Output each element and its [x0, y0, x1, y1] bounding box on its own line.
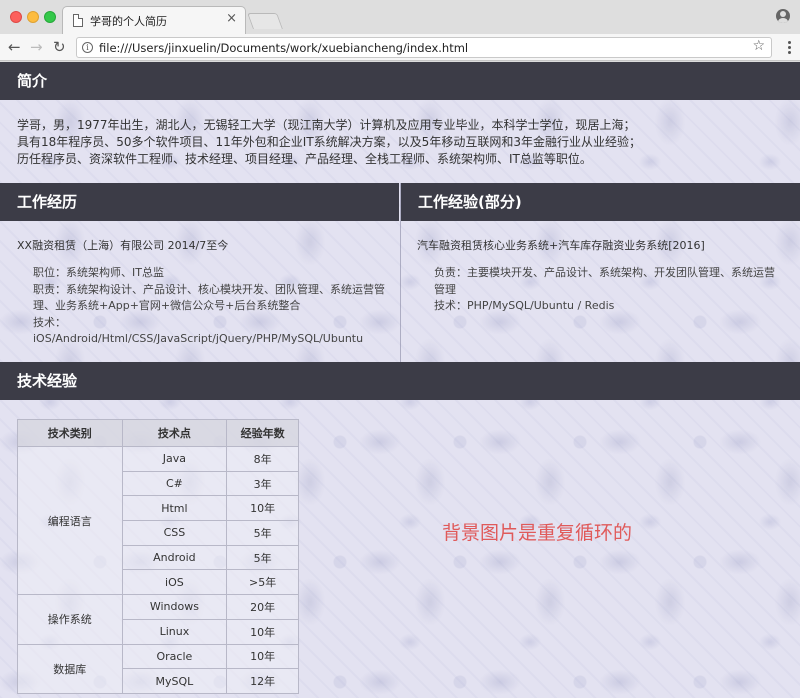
intro-text: 学哥，男，1977年出生，湖北人，无锡轻工大学（现江南大学）计算机及应用专业毕业… [17, 117, 787, 168]
tech-cell: CSS [121, 520, 228, 546]
job-tech: 技术：iOS/Android/Html/CSS/JavaScript/jQuer… [33, 315, 364, 346]
years-cell: 10年 [226, 495, 299, 522]
table-row: 操作系统 Windows 20年 [17, 594, 299, 645]
category-cell: 编程语言 [17, 445, 123, 596]
work-experience-heading: 工作经验(部分) [401, 183, 800, 221]
years-cell: 3年 [226, 470, 299, 497]
tech-table: 技术类别 技术点 经验年数 编程语言 Java 8年 C# 3年 Html 10… [17, 419, 299, 694]
url-text[interactable]: file:///Users/jinxuelin/Documents/work/x… [99, 41, 468, 55]
years-cell: 12年 [226, 668, 299, 694]
reload-icon[interactable]: ↻ [53, 37, 66, 57]
work-history-body: XX融资租赁（上海）有限公司 2014/7至今 职位：系统架构师、IT总监 职责… [17, 237, 387, 348]
background-note: 背景图片是重复循环的 [442, 522, 633, 544]
intro-line: 历任程序员、资深软件工程师、技术经理、项目经理、产品经理、全栈工程师、系统架构师… [17, 152, 592, 166]
years-cell: 5年 [226, 520, 299, 546]
tech-cell: Linux [121, 618, 228, 645]
column-header: 经验年数 [226, 419, 299, 447]
years-cell: 8年 [226, 446, 299, 472]
info-icon[interactable]: i [82, 42, 93, 53]
tech-cell: Android [121, 544, 228, 571]
tech-cell: iOS [121, 569, 228, 596]
project-line: 汽车融资租赁核心业务系统+汽车库存融资业务系统[2016] [417, 239, 705, 252]
tech-cell: MySQL [121, 668, 228, 694]
intro-heading: 简介 [0, 62, 800, 100]
work-history-heading: 工作经历 [0, 183, 399, 221]
tab-title: 学哥的个人简历 [90, 15, 167, 28]
resume-page: 简介 学哥，男，1977年出生，湖北人，无锡轻工大学（现江南大学）计算机及应用专… [0, 62, 800, 698]
years-cell: 20年 [226, 594, 299, 620]
tab-strip: 学哥的个人简历 × [0, 0, 800, 34]
years-cell: 10年 [226, 618, 299, 645]
close-icon[interactable]: × [226, 11, 237, 26]
tech-cell: Html [121, 495, 228, 522]
browser-toolbar: ← → ↻ i file:///Users/jinxuelin/Document… [0, 34, 800, 61]
job-position: 职位：系统架构师、IT总监 [33, 266, 164, 279]
tech-cell: C# [121, 470, 228, 497]
intro-line: 学哥，男，1977年出生，湖北人，无锡轻工大学（现江南大学）计算机及应用专业毕业… [17, 118, 636, 132]
tech-heading: 技术经验 [0, 362, 800, 400]
project-tech: 技术：PHP/MySQL/Ubuntu / Redis [434, 299, 615, 312]
column-header: 技术点 [121, 419, 228, 447]
tech-cell: Oracle [121, 643, 228, 670]
tech-cell: Java [121, 446, 228, 472]
years-cell: 10年 [226, 643, 299, 670]
work-experience-body: 汽车融资租赁核心业务系统+汽车库存融资业务系统[2016] 负责：主要模块开发、… [417, 237, 777, 315]
document-icon [73, 14, 83, 27]
company-line: XX融资租赁（上海）有限公司 2014/7至今 [17, 239, 229, 252]
years-cell: >5年 [226, 569, 299, 596]
years-cell: 5年 [226, 544, 299, 571]
intro-line: 具有18年程序员、50多个软件项目、11年外包和企业IT系统解决方案，以及5年移… [17, 135, 641, 149]
table-row: 编程语言 Java 8年 [17, 445, 299, 596]
table-header-row: 技术类别 技术点 经验年数 [17, 419, 299, 447]
address-bar[interactable]: i file:///Users/jinxuelin/Documents/work… [76, 37, 772, 58]
forward-arrow-icon[interactable]: → [30, 37, 43, 57]
star-icon[interactable]: ☆ [752, 38, 765, 54]
job-duties: 职责：系统架构设计、产品设计、核心模块开发、团队管理、系统运营管理、业务系统+A… [33, 282, 385, 313]
column-header: 技术类别 [17, 419, 123, 447]
window-minimize-button[interactable] [27, 11, 39, 23]
column-divider [400, 183, 401, 363]
menu-kebab-icon[interactable] [788, 41, 791, 54]
table-row: 数据库 Oracle 10年 [17, 643, 299, 694]
category-cell: 操作系统 [17, 594, 123, 645]
profile-icon[interactable] [776, 9, 790, 23]
category-cell: 数据库 [17, 643, 123, 694]
window-close-button[interactable] [10, 11, 22, 23]
browser-tab-active[interactable]: 学哥的个人简历 × [62, 6, 246, 34]
tech-cell: Windows [121, 594, 228, 620]
window-maximize-button[interactable] [44, 11, 56, 23]
project-duties: 负责：主要模块开发、产品设计、系统架构、开发团队管理、系统运营管理 [434, 266, 775, 296]
new-tab-button[interactable] [247, 13, 283, 29]
back-arrow-icon[interactable]: ← [8, 37, 21, 57]
